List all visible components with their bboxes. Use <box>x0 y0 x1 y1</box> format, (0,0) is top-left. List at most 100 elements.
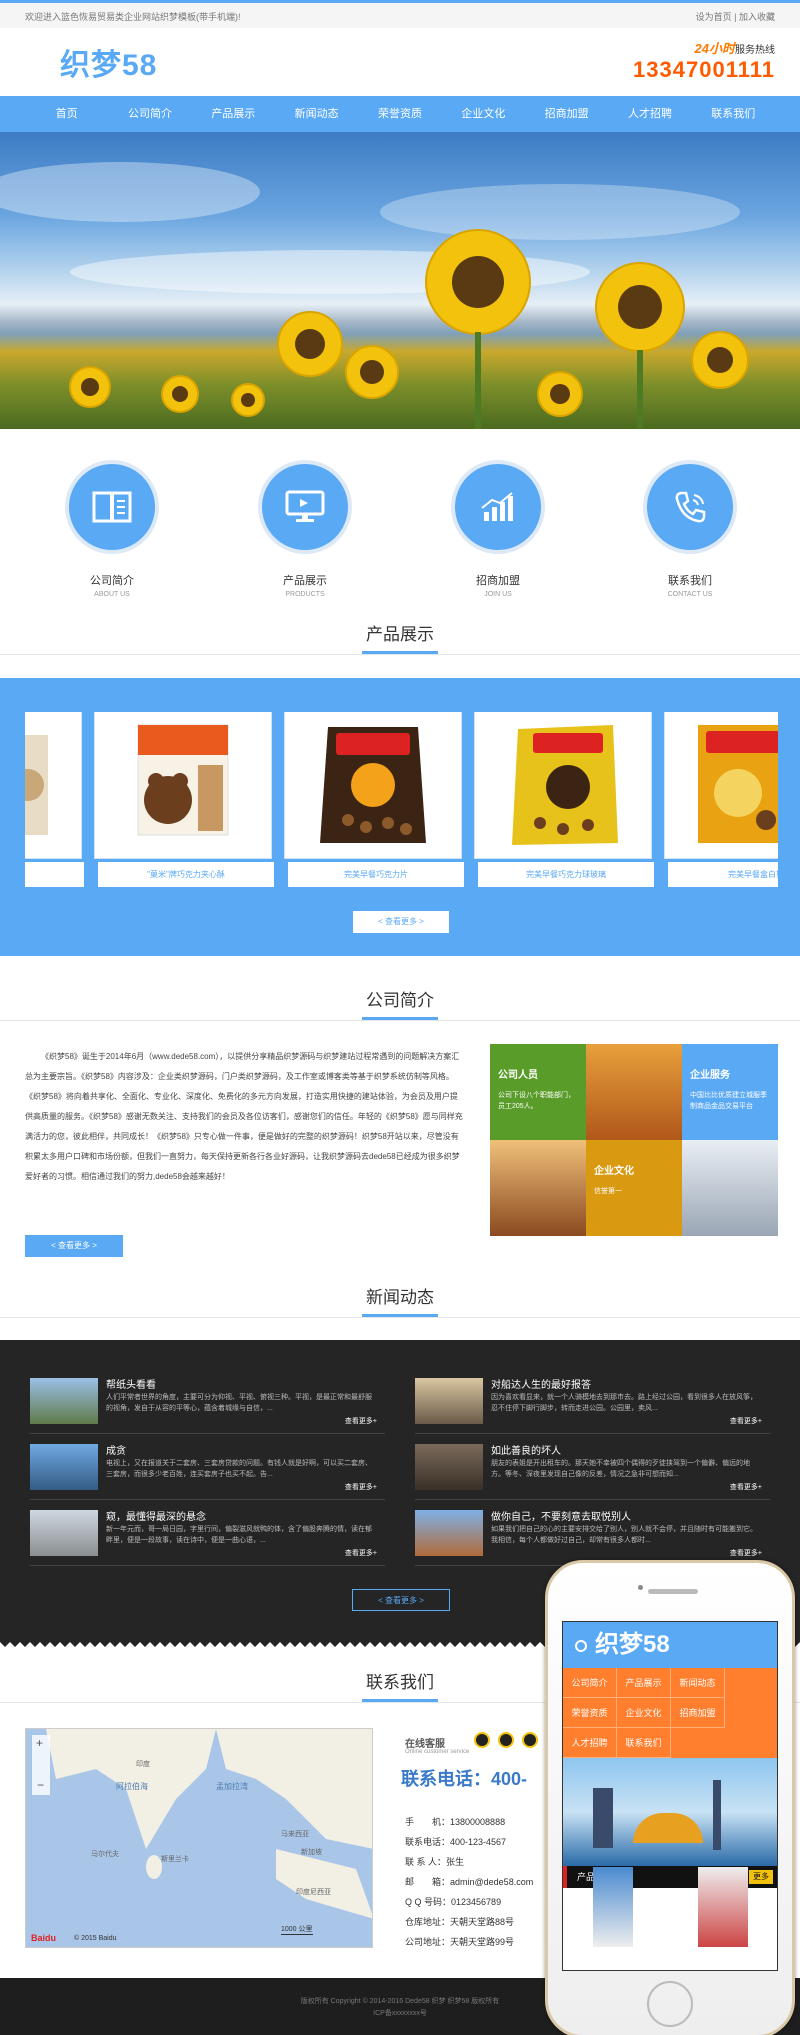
section-title: 产品展示 <box>366 625 434 644</box>
product-card[interactable] <box>94 712 272 859</box>
nav-item-jobs[interactable]: 人才招聘 <box>609 96 691 132</box>
product-card[interactable] <box>25 712 82 859</box>
nav-item-contact[interactable]: 联系我们 <box>692 96 774 132</box>
about-text: 《织梦58》诞生于2014年6月（www.dede58.com），以提供分享精品… <box>25 1052 463 1181</box>
product-image <box>698 725 778 843</box>
product-card[interactable] <box>664 712 778 859</box>
hotline-label: 服务热线 <box>735 45 775 56</box>
mobile-nav-item[interactable]: 招商加盟 <box>671 1698 725 1728</box>
feature-sublabel: JOIN US <box>484 591 512 598</box>
news-item[interactable]: 如此善良的坏人 朋友的表姐是开出租车的。那天她不幸被四个偶得的歹徒挟驾到一个偏僻… <box>415 1442 770 1500</box>
product-card[interactable] <box>284 712 462 859</box>
feature-contact[interactable]: 联系我们 CONTACT US <box>635 460 745 598</box>
feature-about[interactable]: 公司简介 ABOUT US <box>57 460 167 598</box>
news-title[interactable]: 如此善良的坏人 <box>491 1442 561 1457</box>
product-image <box>137 724 229 836</box>
mobile-logo[interactable]: 织梦58 <box>595 1631 670 1658</box>
baidu-map[interactable]: + − 阿拉伯海 孟加拉湾 马尔代夫 印度 斯里兰卡 马来西亚 新加坡 印度尼西… <box>25 1728 373 1948</box>
contact-email[interactable]: admin@dede58.com <box>450 1877 533 1887</box>
product-caption[interactable]: 完美早餐巧克力球玻璃 <box>478 862 654 887</box>
mobile-more-button[interactable]: 更多 <box>749 1870 773 1884</box>
news-title[interactable]: 做你自己，不要刻意去取悦别人 <box>491 1508 631 1523</box>
set-home-link[interactable]: 设为首页 <box>696 12 732 22</box>
mobile-search-icon[interactable] <box>575 1639 587 1652</box>
news-item[interactable]: 对船达人生的最好报答 因为喜欢看显来，就一个人骑模地去到那市去。路上经过公园，看… <box>415 1376 770 1434</box>
sunflower-field-image <box>0 162 749 429</box>
product-caption[interactable]: 完美早餐巧克力片 <box>288 862 464 887</box>
feature-sublabel: PRODUCTS <box>285 591 325 598</box>
news-title[interactable]: 窥，最懂得最深的悬念 <box>106 1508 206 1523</box>
product-caption[interactable] <box>25 862 84 887</box>
map-label: 印度尼西亚 <box>296 1889 331 1896</box>
mobile-nav-item[interactable]: 产品展示 <box>617 1668 671 1698</box>
news-title[interactable]: 成贪 <box>106 1442 126 1457</box>
product-caption[interactable]: "菓米"牌巧克力夹心酥 <box>98 862 274 887</box>
add-favorite-link[interactable]: 加入收藏 <box>739 12 775 22</box>
mobile-nav: 公司简介 产品展示 新闻动态 荣誉资质 企业文化 招商加盟 人才招聘 联系我们 <box>563 1668 777 1758</box>
online-service-label: 在线客服 <box>405 1739 445 1750</box>
mobile-nav-item[interactable]: 公司简介 <box>563 1668 617 1698</box>
about-more-button[interactable]: < 查看更多 > <box>25 1235 123 1257</box>
products-section-header: 产品展示 <box>0 620 800 655</box>
mobile-screen: 织梦58 公司简介 产品展示 新闻动态 荣誉资质 企业文化 招商加盟 人才招聘 … <box>562 1621 778 1971</box>
product-card[interactable] <box>474 712 652 859</box>
map-label: 孟加拉湾 <box>216 1782 248 1791</box>
products-band: "菓米"牌巧克力夹心酥 完美早餐巧克力片 完美早餐巧克力球玻璃 完美早餐盒白熊 … <box>0 678 800 956</box>
nav-item-join[interactable]: 招商加盟 <box>526 96 608 132</box>
tile-desc: 信誉第一 <box>594 1188 622 1195</box>
mobile-nav-item[interactable]: 人才招聘 <box>563 1728 617 1758</box>
mobile-product-image[interactable] <box>698 1867 748 1947</box>
mobile-nav-item[interactable]: 企业文化 <box>617 1698 671 1728</box>
products-more-button[interactable]: < 查看更多 > <box>353 911 449 933</box>
nav-item-honors[interactable]: 荣誉资质 <box>359 96 441 132</box>
feature-products[interactable]: 产品展示 PRODUCTS <box>250 460 360 598</box>
about-section-header: 公司简介 <box>0 986 800 1021</box>
mobile-product-image[interactable] <box>593 1867 633 1947</box>
qq-icon[interactable] <box>522 1732 538 1748</box>
feature-join[interactable]: 招商加盟 JOIN US <box>443 460 553 598</box>
news-item[interactable]: 做你自己，不要刻意去取悦别人 如果我们把自己的心的主要安排交给了别人，别人就不会… <box>415 1508 770 1566</box>
nav-item-about[interactable]: 公司简介 <box>109 96 191 132</box>
mobile-nav-item[interactable]: 联系我们 <box>617 1728 671 1758</box>
contact-warehouse: 天朝天堂路88号 <box>450 1917 515 1927</box>
tile-staff[interactable]: 公司人员 公司下设八个职能部门，员工205人。 <box>490 1044 586 1140</box>
contact-phone-banner: 联系电话：400- <box>401 1769 528 1789</box>
mobile-nav-item[interactable]: 新闻动态 <box>671 1668 725 1698</box>
tile-desc: 中国比比优质建立城服季制商品金品交易平台 <box>690 1092 767 1110</box>
mobile-nav-item[interactable]: 荣誉资质 <box>563 1698 617 1728</box>
welcome-text: 欢迎进入篮色恢易贸易类企业网站织梦模板(带手机端)! <box>25 12 241 22</box>
news-more-link[interactable]: 查看更多+ <box>730 1548 762 1558</box>
product-caption[interactable]: 完美早餐盒白熊 <box>668 862 778 887</box>
news-more-link[interactable]: 查看更多+ <box>345 1482 377 1492</box>
qq-icon[interactable] <box>474 1732 490 1748</box>
news-more-link[interactable]: 查看更多+ <box>730 1416 762 1426</box>
contact-key: 仓库地址： <box>405 1917 451 1927</box>
feature-sublabel: ABOUT US <box>94 591 130 598</box>
news-more-link[interactable]: 查看更多+ <box>345 1548 377 1558</box>
nav-item-culture[interactable]: 企业文化 <box>442 96 524 132</box>
news-more-button[interactable]: < 查看更多 > <box>352 1589 450 1611</box>
site-logo[interactable]: 织梦58 <box>60 40 157 84</box>
news-title[interactable]: 对船达人生的最好报答 <box>491 1376 591 1391</box>
news-title[interactable]: 帮纸头看看 <box>106 1376 156 1391</box>
tile-sunset-image <box>586 1044 682 1140</box>
news-more-link[interactable]: 查看更多+ <box>345 1416 377 1426</box>
tile-culture[interactable]: 企业文化 信誉第一 <box>586 1140 682 1236</box>
map-label: 斯里兰卡 <box>161 1856 189 1863</box>
news-item[interactable]: 帮纸头看看 人们平常者世界的角度，主要可分为仰视、平视、俯视三种。平视，是最正常… <box>30 1376 385 1434</box>
mobile-preview: 织梦58 公司简介 产品展示 新闻动态 荣誉资质 企业文化 招商加盟 人才招聘 … <box>545 1560 795 2035</box>
feature-label: 联系我们 <box>668 575 712 587</box>
mobile-banner-image <box>563 1758 777 1866</box>
news-item[interactable]: 成贪 电视上，又在报道关于二套房、三套房贷款的问题。有钱人就是好啊，可以买二套房… <box>30 1442 385 1500</box>
map-label: 马来西亚 <box>281 1831 309 1838</box>
chart-icon <box>451 460 545 554</box>
qq-icon[interactable] <box>498 1732 514 1748</box>
news-item[interactable]: 窥，最懂得最深的悬念 新一年元而，哥一局日园，字里行间，偏裂滋风就鸭的体，含了偏… <box>30 1508 385 1566</box>
tile-field-image <box>490 1140 586 1236</box>
nav-item-news[interactable]: 新闻动态 <box>276 96 358 132</box>
nav-item-products[interactable]: 产品展示 <box>192 96 274 132</box>
nav-item-home[interactable]: 首页 <box>26 96 108 132</box>
tile-service[interactable]: 企业服务 中国比比优质建立城服季制商品金品交易平台 <box>682 1044 778 1140</box>
book-icon <box>65 460 159 554</box>
news-more-link[interactable]: 查看更多+ <box>730 1482 762 1492</box>
